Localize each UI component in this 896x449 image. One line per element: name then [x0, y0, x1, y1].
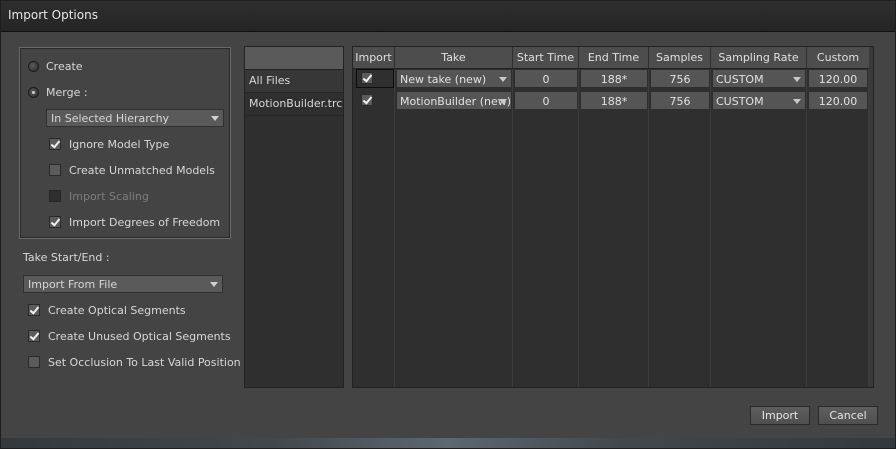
row2-sampling-rate-dropdown[interactable]: CUSTOM — [712, 91, 806, 110]
import-options-dialog: Import Options Create Merge : In Selecte… — [0, 0, 896, 449]
row2-import-cell[interactable] — [356, 91, 394, 110]
create-optical-segments-checkbox[interactable] — [28, 304, 40, 316]
create-optical-segments-label: Create Optical Segments — [48, 303, 186, 317]
create-radio[interactable] — [28, 60, 39, 72]
create-label: Create — [46, 59, 83, 73]
chevron-down-icon — [210, 282, 218, 287]
merge-mode-value: In Selected Hierarchy — [51, 111, 170, 125]
set-occlusion-label: Set Occlusion To Last Valid Position — [48, 355, 241, 369]
files-list-header — [245, 47, 343, 70]
import-button[interactable]: Import — [750, 406, 810, 425]
take-start-end-dropdown[interactable]: Import From File — [23, 275, 223, 293]
create-unused-optical-segments-label: Create Unused Optical Segments — [48, 329, 231, 343]
take-start-end-value: Import From File — [28, 277, 118, 291]
import-scaling-label: Import Scaling — [69, 189, 149, 203]
header-start-time[interactable]: Start Time — [513, 47, 579, 68]
row2-take-dropdown[interactable]: MotionBuilder (new) — [396, 91, 512, 110]
header-import[interactable]: Import — [353, 47, 395, 68]
header-custom[interactable]: Custom — [807, 47, 869, 68]
row1-end-time[interactable]: 188* — [580, 69, 648, 88]
chevron-down-icon — [793, 99, 801, 104]
import-scaling-checkbox — [49, 190, 61, 202]
row2-take-value: MotionBuilder (new) — [400, 95, 512, 108]
header-end-time[interactable]: End Time — [579, 47, 649, 68]
set-occlusion-checkbox[interactable] — [28, 356, 40, 368]
set-occlusion-row[interactable]: Set Occlusion To Last Valid Position — [28, 353, 241, 371]
take-start-end-label: Take Start/End : — [23, 251, 110, 264]
create-unused-optical-segments-checkbox[interactable] — [28, 330, 40, 342]
create-unmatched-models-checkbox[interactable] — [49, 164, 61, 176]
import-scaling-row: Import Scaling — [49, 187, 149, 205]
cancel-button[interactable]: Cancel — [818, 406, 878, 425]
row2-start-time[interactable]: 0 — [514, 91, 578, 110]
ignore-model-type-row[interactable]: Ignore Model Type — [49, 135, 169, 153]
file-item-motionbuilder-trc[interactable]: MotionBuilder.trc — [245, 93, 343, 116]
row2-import-checkbox[interactable] — [361, 94, 373, 106]
merge-radio-row[interactable]: Merge : — [28, 83, 88, 101]
import-dof-label: Import Degrees of Freedom — [69, 215, 221, 229]
file-item-all-files[interactable]: All Files — [245, 70, 343, 93]
ignore-model-type-label: Ignore Model Type — [69, 137, 170, 151]
create-radio-row[interactable]: Create — [28, 57, 83, 75]
import-dof-row[interactable]: Import Degrees of Freedom — [49, 213, 220, 231]
ignore-model-type-checkbox[interactable] — [49, 138, 61, 150]
title-bar[interactable]: Import Options — [1, 1, 895, 32]
row2-end-time[interactable]: 188* — [580, 91, 648, 110]
row1-sampling-rate-value: CUSTOM — [716, 73, 764, 86]
chevron-down-icon — [499, 77, 507, 82]
row1-take-dropdown[interactable]: New take (new) — [396, 69, 512, 88]
row1-start-time[interactable]: 0 — [514, 69, 578, 88]
takes-table: Import Take Start Time End Time Samples … — [352, 46, 874, 388]
create-optical-segments-row[interactable]: Create Optical Segments — [28, 301, 186, 319]
merge-options-group: Create Merge : In Selected Hierarchy Ign… — [19, 47, 231, 239]
create-unmatched-models-label: Create Unmatched Models — [69, 163, 215, 177]
row1-take-value: New take (new) — [400, 73, 487, 86]
table-scrollbar[interactable] — [869, 47, 873, 387]
import-dof-checkbox[interactable] — [49, 216, 61, 228]
header-sampling-rate[interactable]: Sampling Rate — [711, 47, 807, 68]
table-header: Import Take Start Time End Time Samples … — [353, 47, 873, 69]
chevron-down-icon — [499, 99, 507, 104]
row1-import-checkbox[interactable] — [361, 72, 373, 84]
chevron-down-icon — [211, 116, 219, 121]
window-title: Import Options — [8, 8, 98, 22]
header-samples[interactable]: Samples — [649, 47, 711, 68]
window-bottom-edge — [1, 438, 895, 448]
row1-import-cell[interactable] — [356, 69, 394, 88]
merge-mode-dropdown[interactable]: In Selected Hierarchy — [46, 109, 224, 127]
create-unmatched-models-row[interactable]: Create Unmatched Models — [49, 161, 215, 179]
row1-custom[interactable]: 120.00 — [808, 69, 868, 88]
chevron-down-icon — [793, 77, 801, 82]
row1-samples[interactable]: 756 — [650, 69, 710, 88]
merge-radio[interactable] — [28, 86, 39, 98]
files-list: All Files MotionBuilder.trc — [244, 46, 344, 388]
header-take[interactable]: Take — [395, 47, 513, 68]
row2-samples[interactable]: 756 — [650, 91, 710, 110]
row1-sampling-rate-dropdown[interactable]: CUSTOM — [712, 69, 806, 88]
row2-custom[interactable]: 120.00 — [808, 91, 868, 110]
row2-sampling-rate-value: CUSTOM — [716, 95, 764, 108]
merge-label: Merge : — [46, 85, 88, 99]
create-unused-optical-segments-row[interactable]: Create Unused Optical Segments — [28, 327, 231, 345]
